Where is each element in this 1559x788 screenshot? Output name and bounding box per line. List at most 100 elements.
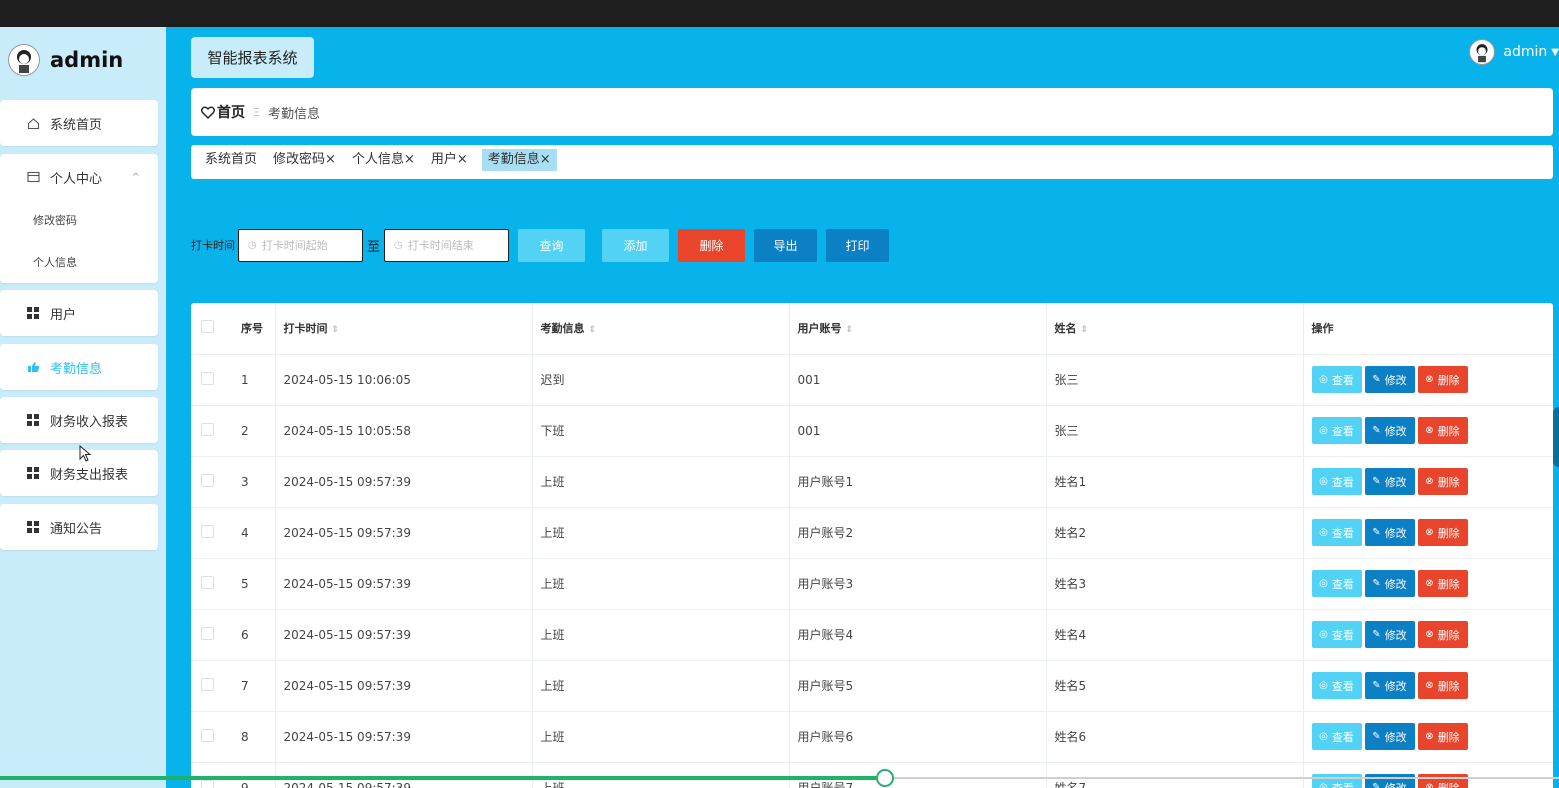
breadcrumb-home[interactable]: 首页	[201, 102, 245, 122]
end-time-input[interactable]: ◷ 打卡时间结束	[384, 228, 510, 262]
view-button[interactable]: ◎ 查看	[1311, 519, 1362, 546]
delete-row-button[interactable]: ⊗ 删除	[1417, 570, 1468, 597]
edit-button[interactable]: ✎ 修改	[1364, 519, 1415, 546]
export-button[interactable]: 导出	[754, 228, 818, 262]
table-row[interactable]: 4 2024-05-15 09:57:39 上班 用户账号2 姓名2 ◎ 查看 ✎ 修改 ⊗ 删除	[191, 507, 1553, 559]
add-button[interactable]: 添加	[602, 228, 670, 262]
range-separator: 至	[367, 239, 381, 255]
table-row[interactable]: 8 2024-05-15 09:57:39 上班 用户账号6 姓名6 ◎ 查看 ✎ 修改 ⊗ 删除	[191, 711, 1553, 763]
view-button[interactable]: ◎ 查看	[1311, 417, 1362, 444]
table-row[interactable]: 9 2024-05-15 09:57:39 上班 用户账号7 姓名7 ◎ 查看 ✎ 修改 ⊗ 删除	[191, 762, 1553, 788]
sidebar-item-income-report[interactable]: 财务收入报表	[0, 397, 158, 443]
row-checkbox[interactable]	[191, 660, 233, 712]
table-row[interactable]: 5 2024-05-15 09:57:39 上班 用户账号3 姓名3 ◎ 查看 ✎ 修改 ⊗ 删除	[191, 558, 1553, 610]
sidebar-item-personal-center[interactable]: 个人中心 ^	[0, 154, 158, 200]
system-title-button[interactable]: 智能报表系统	[191, 37, 314, 78]
user-menu[interactable]: admin ▼	[1469, 39, 1559, 65]
sidebar-item-label: 财务收入报表	[50, 414, 129, 430]
close-icon[interactable]: ×	[325, 152, 336, 167]
sidebar-subitem-change-password[interactable]: 修改密码	[0, 200, 158, 242]
video-progress-thumb[interactable]	[876, 769, 894, 787]
edit-button[interactable]: ✎ 修改	[1364, 723, 1415, 750]
row-checkbox[interactable]	[191, 405, 233, 457]
row-checkbox[interactable]	[191, 507, 233, 559]
row-checkbox[interactable]	[191, 762, 233, 788]
delete-row-button[interactable]: ⊗ 删除	[1417, 366, 1468, 393]
col-time[interactable]: 打卡时间 ⇕	[274, 303, 532, 355]
table-row[interactable]: 7 2024-05-15 09:57:39 上班 用户账号5 姓名5 ◎ 查看 ✎ 修改 ⊗ 删除	[191, 660, 1553, 712]
edit-button[interactable]: ✎ 修改	[1364, 417, 1415, 444]
table-row[interactable]: 6 2024-05-15 09:57:39 上班 用户账号4 姓名4 ◎ 查看 ✎ 修改 ⊗ 删除	[191, 609, 1553, 661]
sort-icon[interactable]: ⇕	[589, 325, 597, 335]
delete-row-button[interactable]: ⊗ 删除	[1417, 672, 1468, 699]
mouse-cursor-icon	[79, 445, 92, 462]
home-icon	[26, 117, 40, 130]
start-time-input[interactable]: ◷ 打卡时间起始	[238, 228, 363, 262]
table-row[interactable]: 3 2024-05-15 09:57:39 上班 用户账号1 姓名1 ◎ 查看 ✎ 修改 ⊗ 删除	[191, 456, 1553, 508]
tag-attendance[interactable]: 考勤信息×	[481, 149, 557, 171]
print-button[interactable]: 打印	[826, 228, 890, 262]
cell-account: 001	[788, 354, 1046, 406]
edit-button[interactable]: ✎ 修改	[1364, 621, 1415, 648]
edit-button[interactable]: ✎ 修改	[1364, 468, 1415, 495]
cell-name: 姓名3	[1045, 558, 1303, 610]
video-progress-bar[interactable]	[0, 776, 885, 780]
edit-button[interactable]: ✎ 修改	[1364, 672, 1415, 699]
col-info[interactable]: 考勤信息 ⇕	[531, 303, 789, 355]
col-name[interactable]: 姓名 ⇕	[1045, 303, 1303, 355]
sidebar-item-home[interactable]: 系统首页	[0, 100, 158, 146]
edit-button[interactable]: ✎ 修改	[1364, 366, 1415, 393]
row-checkbox[interactable]	[191, 354, 233, 406]
table-row[interactable]: 1 2024-05-15 10:06:05 迟到 001 张三 ◎ 查看 ✎ 修改 ⊗ 删除	[191, 354, 1553, 406]
close-icon[interactable]: ×	[540, 152, 551, 167]
view-button[interactable]: ◎ 查看	[1311, 570, 1362, 597]
circle-x-icon: ⊗	[1425, 425, 1434, 436]
pencil-icon: ✎	[1372, 476, 1381, 487]
delete-row-button[interactable]: ⊗ 删除	[1417, 723, 1468, 750]
delete-row-button[interactable]: ⊗ 删除	[1417, 519, 1468, 546]
sidebar-item-users[interactable]: 用户	[0, 290, 158, 336]
sort-icon[interactable]: ⇕	[332, 325, 340, 335]
cell-time: 2024-05-15 09:57:39	[274, 558, 532, 610]
sidebar-item-attendance[interactable]: 考勤信息	[0, 344, 158, 390]
select-all-checkbox[interactable]	[191, 303, 233, 355]
delete-row-button[interactable]: ⊗ 删除	[1417, 417, 1468, 444]
row-checkbox[interactable]	[191, 456, 233, 508]
cell-info: 上班	[531, 456, 789, 508]
delete-button[interactable]: 删除	[678, 228, 746, 262]
cell-info: 上班	[531, 711, 789, 763]
video-progress-track[interactable]	[885, 777, 1559, 779]
tag-home[interactable]: 系统首页	[203, 149, 259, 171]
view-button[interactable]: ◎ 查看	[1311, 621, 1362, 648]
table-row[interactable]: 2 2024-05-15 10:05:58 下班 001 张三 ◎ 查看 ✎ 修改 ⊗ 删除	[191, 405, 1553, 457]
sort-icon[interactable]: ⇕	[846, 325, 854, 335]
cell-info: 下班	[531, 405, 789, 457]
close-icon[interactable]: ×	[457, 152, 468, 167]
view-button[interactable]: ◎ 查看	[1311, 468, 1362, 495]
col-account[interactable]: 用户账号 ⇕	[788, 303, 1046, 355]
tag-personal-info[interactable]: 个人信息×	[350, 149, 417, 171]
row-checkbox[interactable]	[191, 558, 233, 610]
view-button[interactable]: ◎ 查看	[1311, 672, 1362, 699]
side-drawer-handle[interactable]	[1553, 407, 1559, 467]
sidebar-item-notice[interactable]: 通知公告	[0, 504, 158, 550]
row-checkbox[interactable]	[191, 609, 233, 661]
sort-icon[interactable]: ⇕	[1081, 325, 1089, 335]
cell-index: 5	[233, 558, 275, 610]
edit-button[interactable]: ✎ 修改	[1364, 570, 1415, 597]
delete-row-button[interactable]: ⊗ 删除	[1417, 621, 1468, 648]
search-label: 打卡时间	[191, 239, 235, 252]
cell-info: 上班	[531, 507, 789, 559]
sidebar-subitem-personal-info[interactable]: 个人信息	[0, 242, 158, 284]
cell-name: 姓名6	[1045, 711, 1303, 763]
query-button[interactable]: 查询	[518, 228, 586, 262]
window-top-bar	[0, 0, 1559, 27]
delete-row-button[interactable]: ⊗ 删除	[1417, 468, 1468, 495]
view-button[interactable]: ◎ 查看	[1311, 723, 1362, 750]
row-checkbox[interactable]	[191, 711, 233, 763]
tag-change-password[interactable]: 修改密码×	[271, 149, 338, 171]
view-button[interactable]: ◎ 查看	[1311, 366, 1362, 393]
tag-users[interactable]: 用户×	[429, 149, 470, 171]
close-icon[interactable]: ×	[404, 152, 415, 167]
circle-x-icon: ⊗	[1425, 782, 1434, 788]
